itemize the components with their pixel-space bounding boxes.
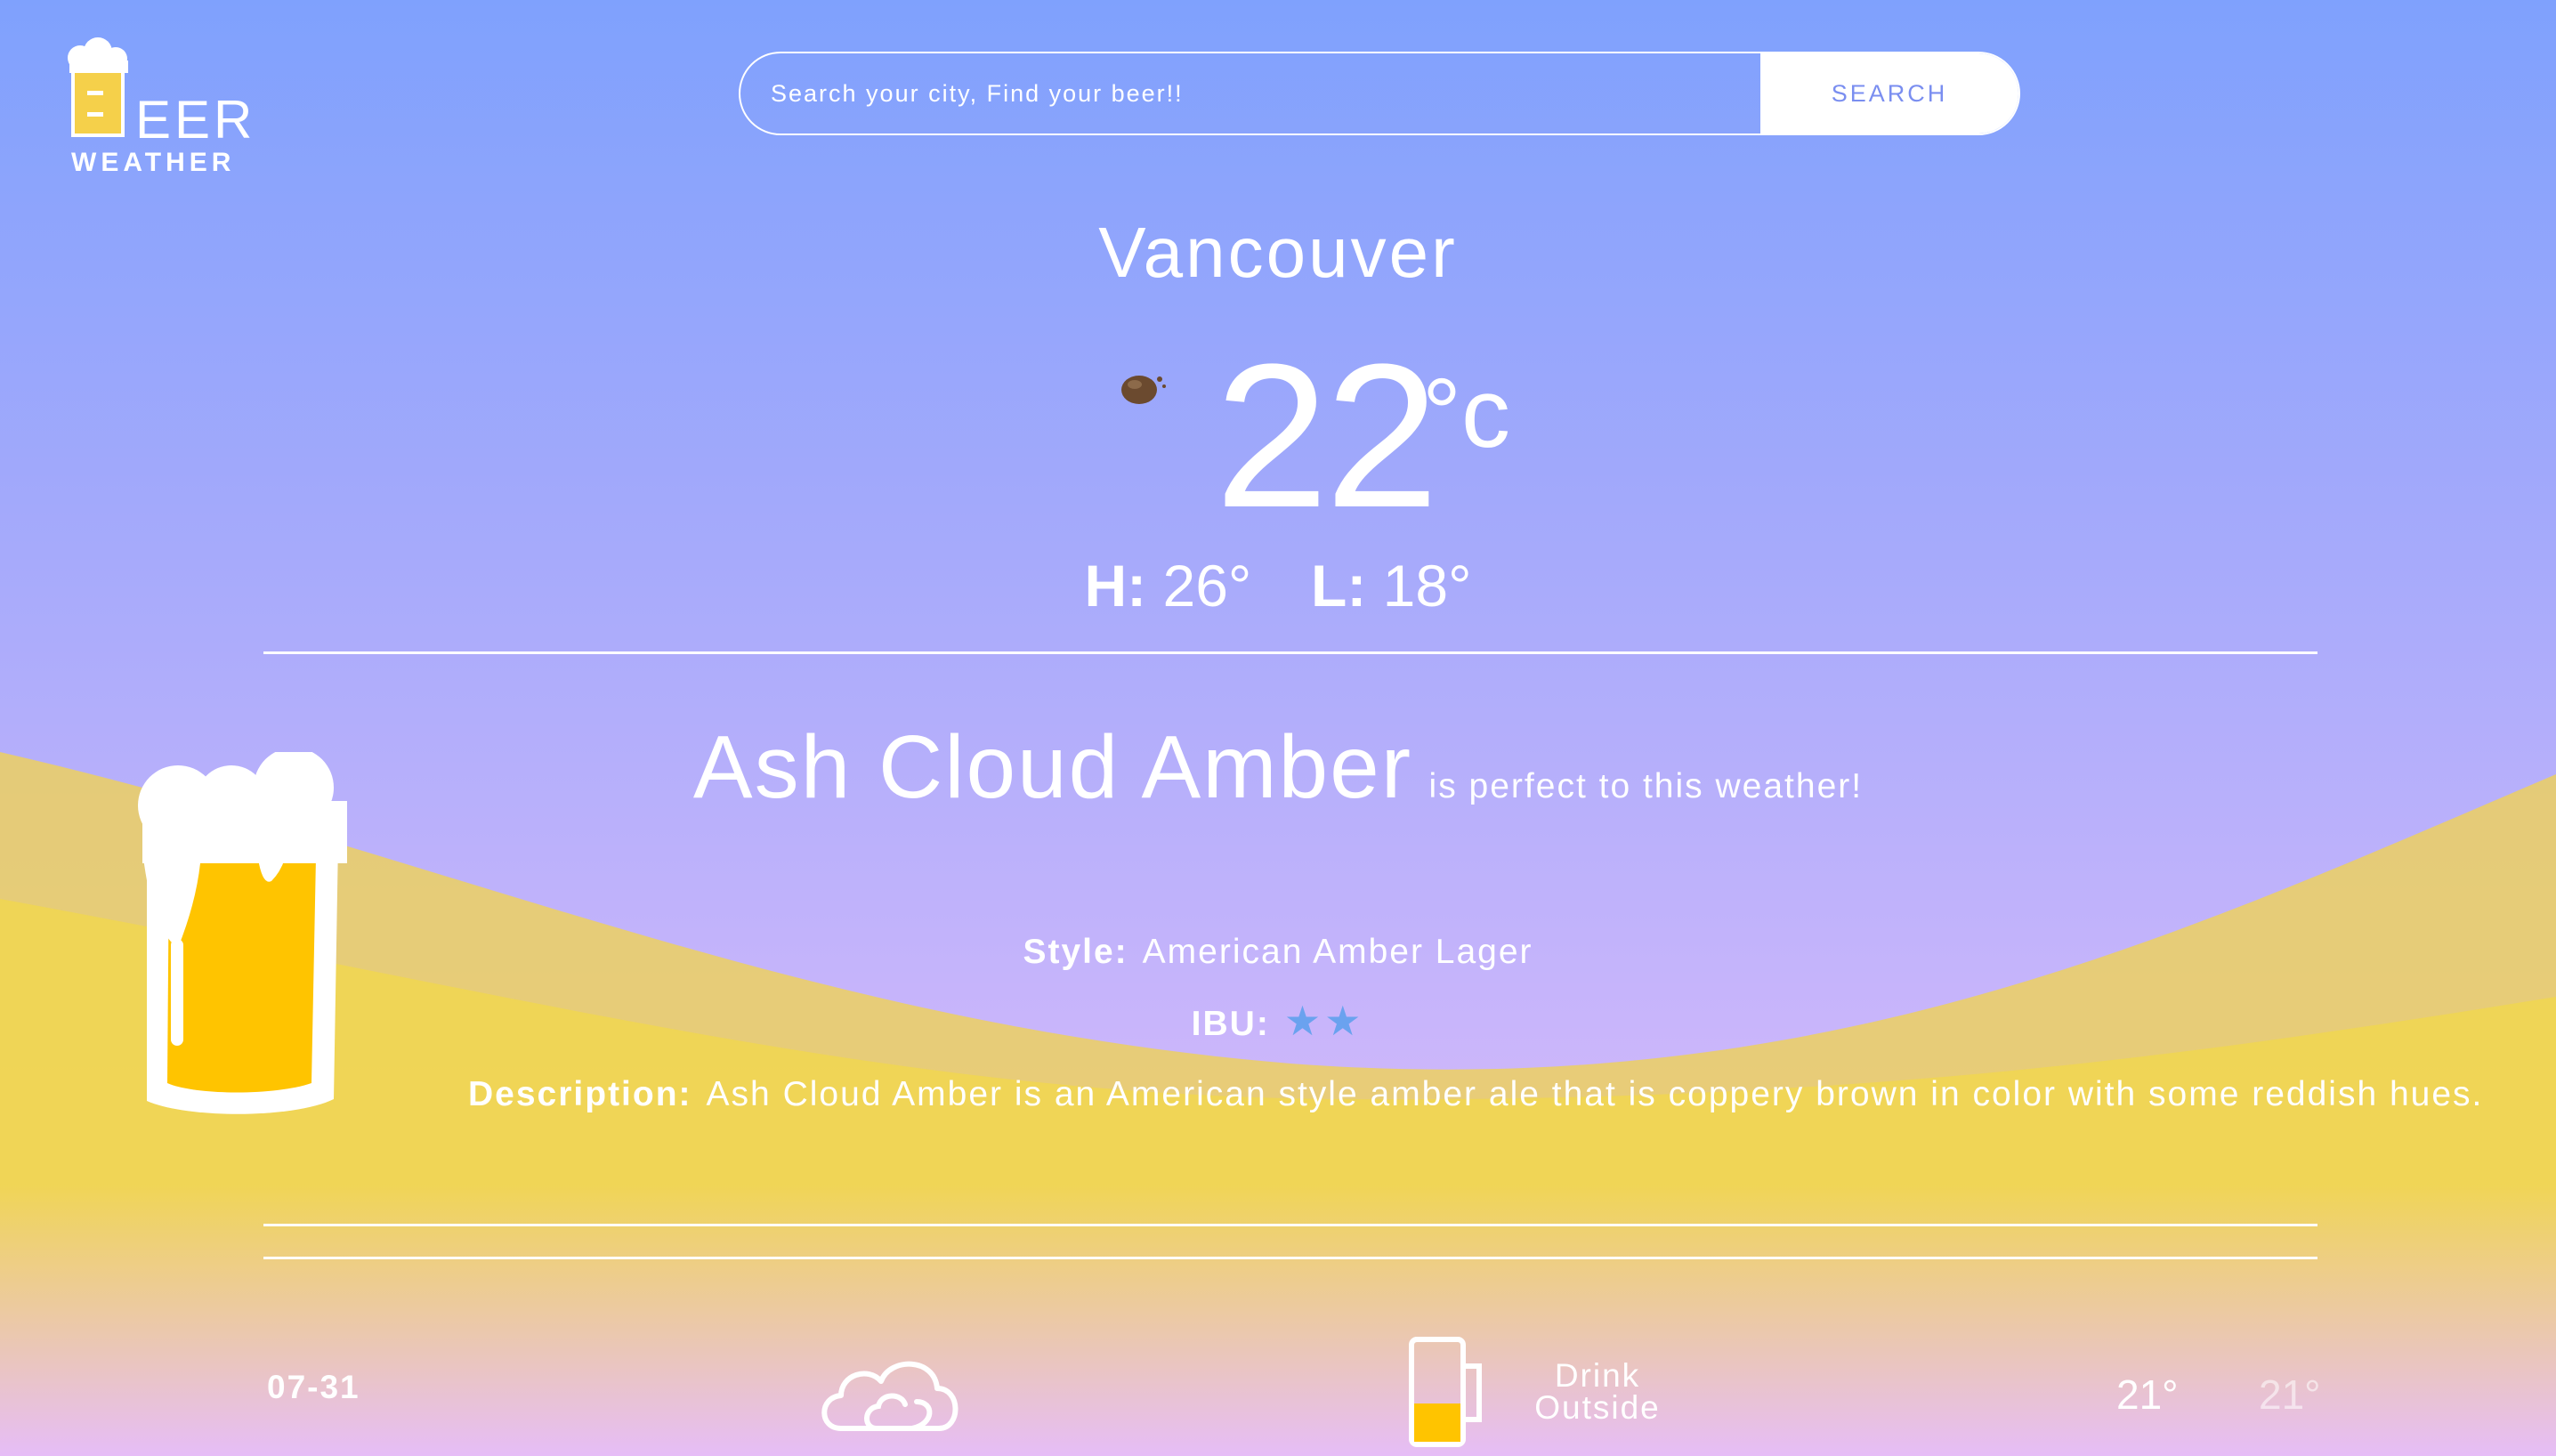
forecast-date: 07-31 [267,1369,360,1405]
forecast-low: 21° [2259,1371,2321,1418]
city-name: Vancouver [1098,213,1458,292]
description-label: Description: [468,1075,692,1113]
star-icon: ★★ [1283,998,1365,1044]
logo-text: EER [135,90,256,150]
search-input[interactable] [740,53,1760,133]
divider [263,1224,2317,1226]
forecast-row: 07-31 Drink Outside 21° 21° [0,1317,2556,1456]
forecast-suggestion: Drink Outside [1513,1357,1682,1426]
forecast-suggestion-line2: Outside [1534,1389,1661,1426]
style-value: American Amber Lager [1142,933,1533,971]
high-low: H: 26° L: 18° [0,552,2556,619]
weather-condition-icon [1121,376,1166,404]
beer-mug-icon [1409,1337,1482,1447]
temperature-unit: °c [1422,359,1510,468]
beer-style-row: Style: American Amber Lager [0,933,2556,972]
logo-subtext: WEATHER [71,148,236,177]
app-logo[interactable]: EER WEATHER [62,36,258,187]
beer-tagline: is perfect to this weather! [1428,767,1864,805]
current-temperature: 22 [1215,321,1439,550]
low-value: 18° [1382,553,1472,619]
beer-name: Ash Cloud Amber [692,717,1413,817]
search-button[interactable]: SEARCH [1760,53,2018,133]
beer-mug-logo-icon [68,37,128,137]
search-bar: SEARCH [739,52,2020,135]
cloud-icon [821,1361,958,1431]
description-text: Ash Cloud Amber is an American style amb… [706,1075,2484,1113]
ibu-label: IBU: [1191,1005,1270,1043]
beer-description-row: Description: Ash Cloud Amber is an Americ… [468,1075,2483,1114]
high-label: H: [1084,553,1147,619]
low-label: L: [1311,553,1367,619]
divider [263,1257,2317,1259]
beer-recommendation: Ash Cloud Amber is perfect to this weath… [0,716,2556,819]
forecast-high: 21° [2116,1371,2179,1418]
divider [263,651,2317,654]
high-value: 26° [1162,553,1252,619]
forecast-suggestion-line1: Drink [1554,1357,1641,1394]
style-label: Style: [1023,933,1128,971]
beer-ibu-row: IBU: ★★ [0,997,2556,1045]
